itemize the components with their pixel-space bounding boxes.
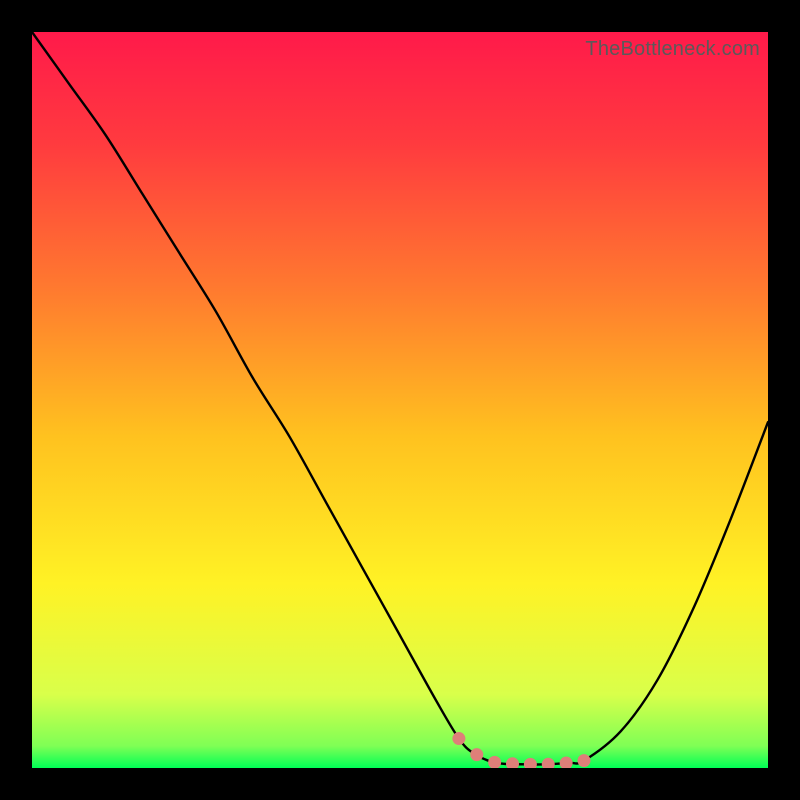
watermark-text: TheBottleneck.com (585, 38, 760, 61)
gradient-background (32, 32, 768, 768)
highlight-dot (578, 754, 591, 767)
highlight-dot (470, 748, 483, 761)
chart-frame: TheBottleneck.com (32, 32, 768, 768)
highlight-dot (452, 732, 465, 745)
bottleneck-curve-chart (32, 32, 768, 768)
